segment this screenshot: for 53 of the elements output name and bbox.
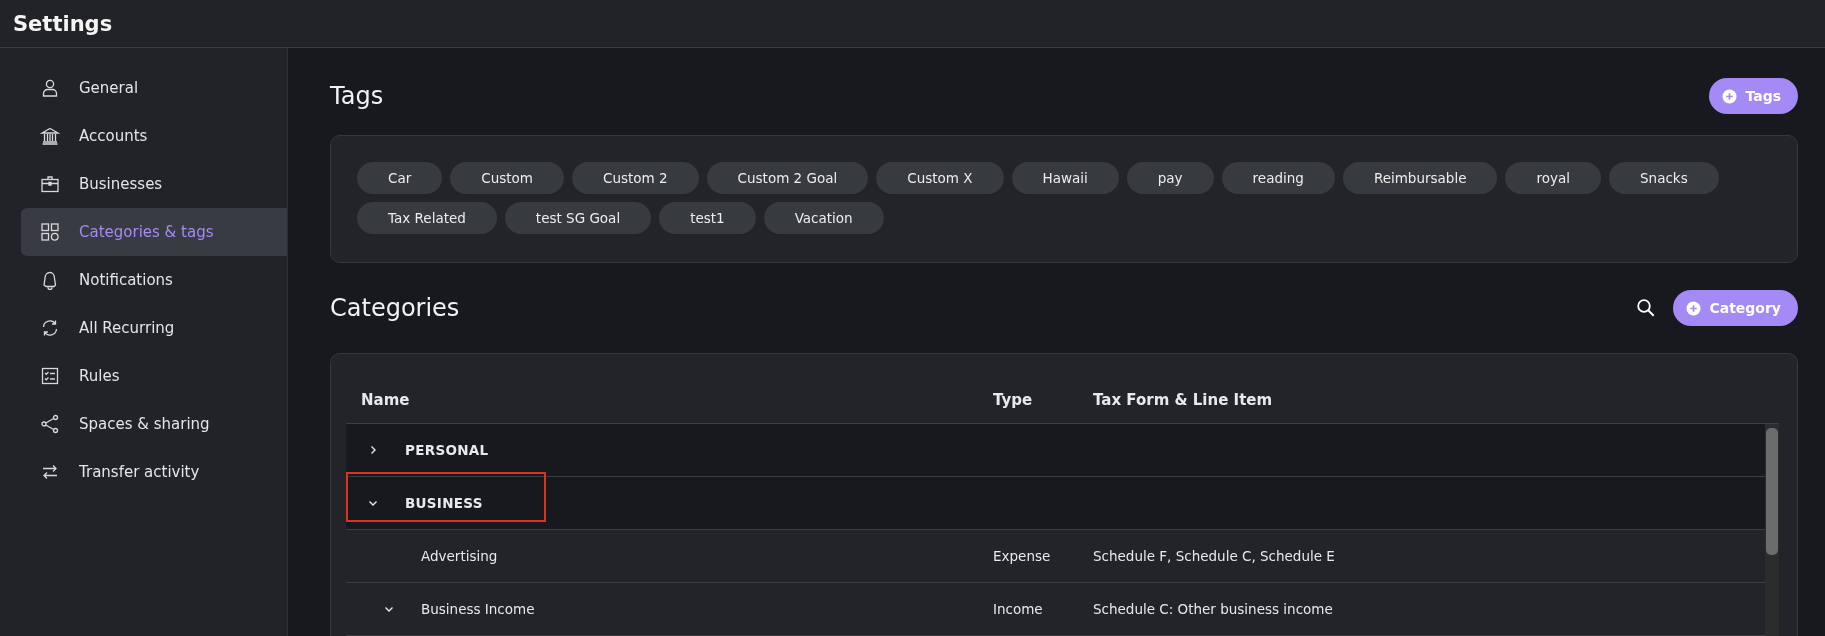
table-cell: Schedule C: Other business income bbox=[1093, 601, 1333, 617]
plus-icon bbox=[1722, 88, 1738, 104]
table-cell: Expense bbox=[993, 548, 1051, 564]
checklist-icon bbox=[40, 366, 60, 386]
table-cell: Schedule F, Schedule C, Schedule E bbox=[1093, 548, 1335, 564]
tag-chip[interactable]: royal bbox=[1505, 162, 1601, 194]
tag-chip[interactable]: Snacks bbox=[1609, 162, 1719, 194]
share-icon bbox=[40, 414, 60, 434]
chevron-down-icon[interactable] bbox=[368, 498, 378, 508]
tag-chip[interactable]: Car bbox=[357, 162, 443, 194]
tag-chip[interactable]: Custom 2 Goal bbox=[706, 162, 869, 194]
group-name: BUSINESS bbox=[405, 495, 483, 511]
tag-chip[interactable]: Vacation bbox=[763, 202, 884, 234]
chevron-down-icon[interactable] bbox=[384, 604, 394, 614]
tag-chip[interactable]: reading bbox=[1221, 162, 1335, 194]
tag-chip[interactable]: test SG Goal bbox=[504, 202, 652, 234]
window-title: Settings bbox=[13, 11, 113, 36]
column-header: Tax Form & Line Item bbox=[1093, 391, 1273, 409]
scrollbar-thumb[interactable] bbox=[1766, 428, 1778, 555]
section-heading: Tags bbox=[330, 82, 384, 110]
tag-chip[interactable]: test1 bbox=[659, 202, 756, 234]
sidebar-item[interactable]: Accounts bbox=[21, 112, 287, 160]
scrollbar[interactable] bbox=[1765, 424, 1779, 636]
refresh-icon bbox=[40, 318, 60, 338]
tag-chip[interactable]: pay bbox=[1126, 162, 1214, 194]
grid-icon bbox=[40, 222, 60, 242]
table-cell: Income bbox=[993, 601, 1043, 617]
sidebar-item[interactable]: All Recurring bbox=[21, 304, 287, 352]
section-heading: Categories bbox=[330, 294, 460, 322]
tag-chip[interactable]: Custom X bbox=[876, 162, 1004, 194]
sidebar-item[interactable]: Businesses bbox=[21, 160, 287, 208]
sidebar-item[interactable]: Categories & tags bbox=[21, 208, 287, 256]
tag-chip[interactable]: Tax Related bbox=[357, 202, 497, 234]
column-header: Type bbox=[993, 391, 1033, 409]
bank-icon bbox=[40, 126, 60, 146]
sidebar-item[interactable]: Spaces & sharing bbox=[21, 400, 287, 448]
category-name: Advertising bbox=[421, 548, 498, 564]
plus-icon bbox=[1686, 300, 1702, 316]
group-name: PERSONAL bbox=[405, 442, 489, 458]
chevron-right-icon[interactable] bbox=[368, 445, 378, 455]
tag-chip[interactable]: Hawaii bbox=[1011, 162, 1119, 194]
person-icon bbox=[40, 78, 60, 98]
tag-chip[interactable]: Custom 2 bbox=[572, 162, 699, 194]
transfer-icon bbox=[40, 462, 60, 482]
sidebar-item[interactable]: Transfer activity bbox=[21, 448, 287, 496]
sidebar-item[interactable]: General bbox=[21, 64, 287, 112]
column-header: Name bbox=[361, 391, 410, 409]
sidebar-item[interactable]: Rules bbox=[21, 352, 287, 400]
category-name: Business Income bbox=[421, 601, 535, 617]
tag-chip[interactable]: Custom bbox=[450, 162, 564, 194]
briefcase-icon bbox=[40, 174, 60, 194]
tag-chip[interactable]: Reimbursable bbox=[1342, 162, 1498, 194]
sidebar-item[interactable]: Notifications bbox=[21, 256, 287, 304]
